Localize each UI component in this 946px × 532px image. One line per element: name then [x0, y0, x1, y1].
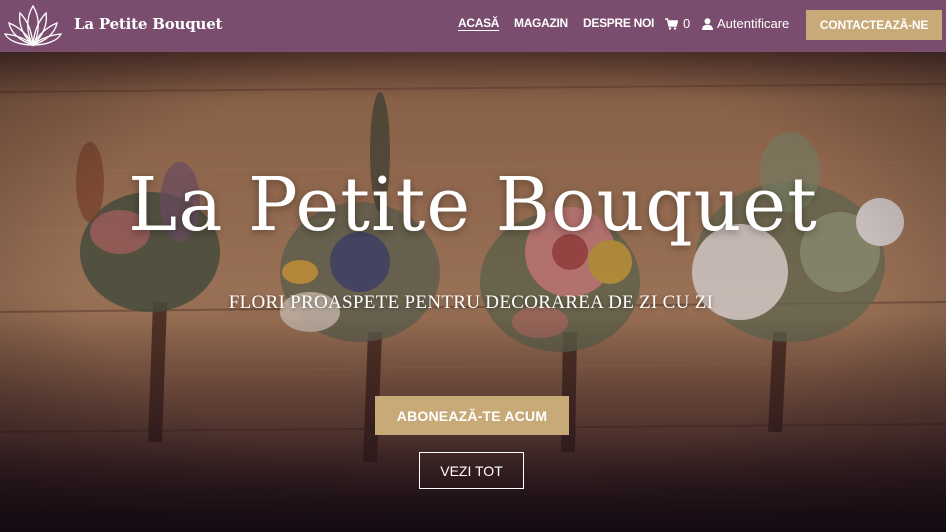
user-icon: [702, 17, 713, 30]
lotus-logo-icon[interactable]: [4, 3, 62, 49]
see-all-button[interactable]: VEZI TOT: [419, 452, 524, 489]
contact-button[interactable]: CONTACTEAZĂ-NE: [806, 10, 942, 40]
hero-section: La Petite Bouquet FLORI PROASPETE PENTRU…: [0, 52, 946, 532]
login-label: Autentificare: [717, 16, 790, 31]
hero-title: La Petite Bouquet: [128, 162, 818, 248]
brand-name[interactable]: La Petite Bouquet: [74, 15, 222, 33]
login-link[interactable]: Autentificare: [702, 16, 789, 31]
cart-link[interactable]: 0: [665, 16, 690, 31]
nav-item-magazin[interactable]: MAGAZIN: [514, 16, 568, 30]
hero-subtitle: FLORI PROASPETE PENTRU DECORAREA DE ZI C…: [228, 292, 714, 313]
site-header: La Petite Bouquet ACASĂ MAGAZIN DESPRE N…: [0, 0, 946, 52]
cart-count: 0: [683, 16, 691, 31]
nav-item-despre-noi[interactable]: DESPRE NOI: [583, 16, 654, 30]
cart-icon: [665, 17, 678, 30]
nav-item-acasa[interactable]: ACASĂ: [458, 16, 499, 30]
subscribe-button[interactable]: ABONEAZĂ-TE ACUM: [375, 396, 569, 435]
